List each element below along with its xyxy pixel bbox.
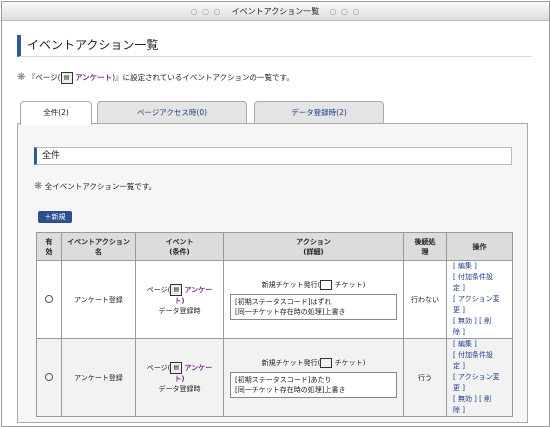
event-link[interactable]: アンケー [185,364,213,372]
table-row: アンケート登録 ページ(▤ アンケー ト) データ登録時 新規チケット発行( チ… [36,260,513,339]
title-dots-right: ○ ○ ○ [329,7,361,16]
condition-link[interactable]: [ 付加条件設 [453,350,512,361]
window-title: イベントアクション一覧 [231,7,320,16]
condition-link[interactable]: [ 付加条件設 [453,272,512,283]
delete-link-tail[interactable]: 除 ] [453,327,512,338]
enabled-radio[interactable] [45,372,53,381]
action-change-link-tail[interactable]: 更 ] [453,383,512,394]
ops-cell: [ 編集 ] [ 付加条件設 定 ] [ アクション変 更 ] [ 無効 ] [… [446,338,513,417]
name-cell: アンケート登録 [61,260,136,339]
post-cell: 行わない [403,260,447,339]
bullet-icon: ❋ [17,72,26,83]
new-button[interactable]: ＋新規 [38,211,72,223]
tab-data-register[interactable]: データ登録時(2) [254,101,384,123]
post-cell: 行う [403,338,447,417]
ticket-icon [320,357,333,368]
section-description-text: 全イベントアクション一覧です。 [44,182,157,191]
action-cell: 新規チケット発行( チケット) [初期ステータスコード]あたり [同一チケット存… [223,338,404,417]
table-row: アンケート登録 ページ(▤ アンケー ト) データ登録時 新規チケット発行( チ… [36,338,513,417]
tab-all[interactable]: 全件(2) [20,101,92,125]
enabled-cell[interactable] [36,260,62,339]
page-icon: ▤ [170,361,183,374]
window-title-wrap: ○ ○ ○ イベントアクション一覧 ○ ○ ○ [2,6,549,17]
header-name: イベントアクション名 [61,232,136,261]
action-detail: [初期ステータスコード]あたり [同一チケット存在時の処理]上書き [230,371,397,398]
tab-page-access[interactable]: ページアクセス時(0) [97,101,247,123]
action-cell: 新規チケット発行( チケット) [初期ステータスコード]はずれ [同一チケット存… [223,260,404,339]
title-dots-left: ○ ○ ○ [190,7,222,16]
description-open: 『ページ( [27,73,61,82]
page-title: イベントアクション一覧 [17,35,532,57]
enabled-radio[interactable] [45,294,53,303]
action-detail: [初期ステータスコード]はずれ [同一チケット存在時の処理]上書き [230,293,397,320]
delete-link-tail[interactable]: 除 ] [453,405,512,416]
disable-delete-link[interactable]: [ 無効 ] [ 削 [453,316,512,327]
page-description: ❋ 『ページ(▤ アンケート)』に設定されているイベントアクションの一覧です。 [17,72,294,84]
edit-link[interactable]: [ 編集 ] [453,261,512,272]
header-ops: 操作 [446,232,513,261]
action-change-link[interactable]: [ アクション変 [453,294,512,305]
enabled-cell[interactable] [36,338,62,417]
header-enabled: 有効 [36,232,62,261]
event-link[interactable]: アンケー [185,286,213,294]
bullet-icon: ❋ [34,181,43,192]
action-change-link[interactable]: [ アクション変 [453,372,512,383]
page-icon: ▤ [60,72,73,84]
event-cell: ページ(▤ アンケー ト) データ登録時 [135,260,224,339]
condition-link-tail[interactable]: 定 ] [453,283,512,294]
event-action-table: 有効 イベントアクション名 イベント (条件) アクション (詳細) 後続処理 操作… [36,232,513,417]
section-description: ❋ 全イベントアクション一覧です。 [34,181,156,192]
header-post: 後続処理 [403,232,447,261]
edit-link[interactable]: [ 編集 ] [453,339,512,350]
table-header-row: 有効 イベントアクション名 イベント (条件) アクション (詳細) 後続処理 操作 [36,232,513,261]
title-bar: ○ ○ ○ イベントアクション一覧 ○ ○ ○ [2,2,549,21]
header-action: アクション (詳細) [223,232,404,261]
ticket-icon [320,279,333,290]
header-event: イベント (条件) [135,232,224,261]
event-cell: ページ(▤ アンケー ト) データ登録時 [135,338,224,417]
page-link[interactable]: アンケート [75,73,112,82]
description-close: )』に設定されているイベントアクションの一覧です。 [112,73,294,82]
action-change-link-tail[interactable]: 更 ] [453,305,512,316]
section-title: 全件 [34,147,512,165]
disable-delete-link[interactable]: [ 無効 ] [ 削 [453,394,512,405]
page-icon: ▤ [170,283,183,296]
condition-link-tail[interactable]: 定 ] [453,361,512,372]
name-cell: アンケート登録 [61,338,136,417]
ops-cell: [ 編集 ] [ 付加条件設 定 ] [ アクション変 更 ] [ 無効 ] [… [446,260,513,339]
